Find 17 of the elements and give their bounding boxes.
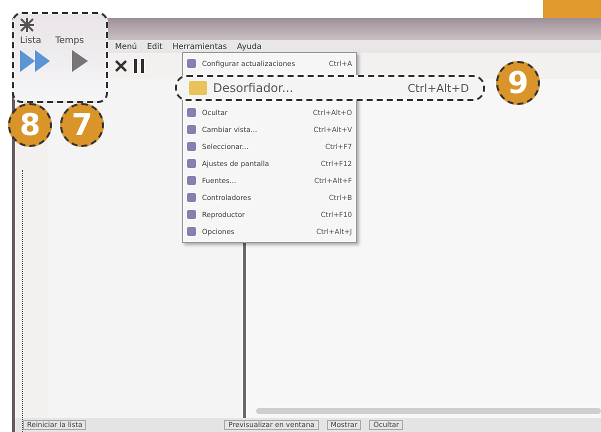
menu-item[interactable]: Edit — [146, 42, 162, 51]
fast-forward-icon[interactable] — [20, 50, 52, 72]
menu-entry-label: Desorfiador... — [213, 81, 294, 95]
pause-icon[interactable] — [133, 59, 145, 73]
menu-item[interactable]: Lista — [20, 36, 42, 46]
menu-entry[interactable]: Desorfiador... Ctrl+Alt+D — [175, 75, 485, 101]
menu-item[interactable]: Ayuda — [236, 42, 262, 51]
menu-item-icon — [189, 81, 207, 95]
menu-item-icon — [187, 59, 196, 68]
close-icon[interactable] — [115, 60, 127, 72]
menu-item[interactable]: Menú — [115, 42, 137, 51]
menu-item[interactable]: Herramientas — [172, 42, 227, 51]
scrollbar[interactable] — [256, 408, 601, 414]
shortcut-text: Ctrl+Alt+D — [408, 82, 469, 94]
menu-item[interactable]: Temps — [55, 36, 84, 46]
app-icon — [20, 18, 34, 32]
play-icon[interactable] — [72, 50, 88, 72]
